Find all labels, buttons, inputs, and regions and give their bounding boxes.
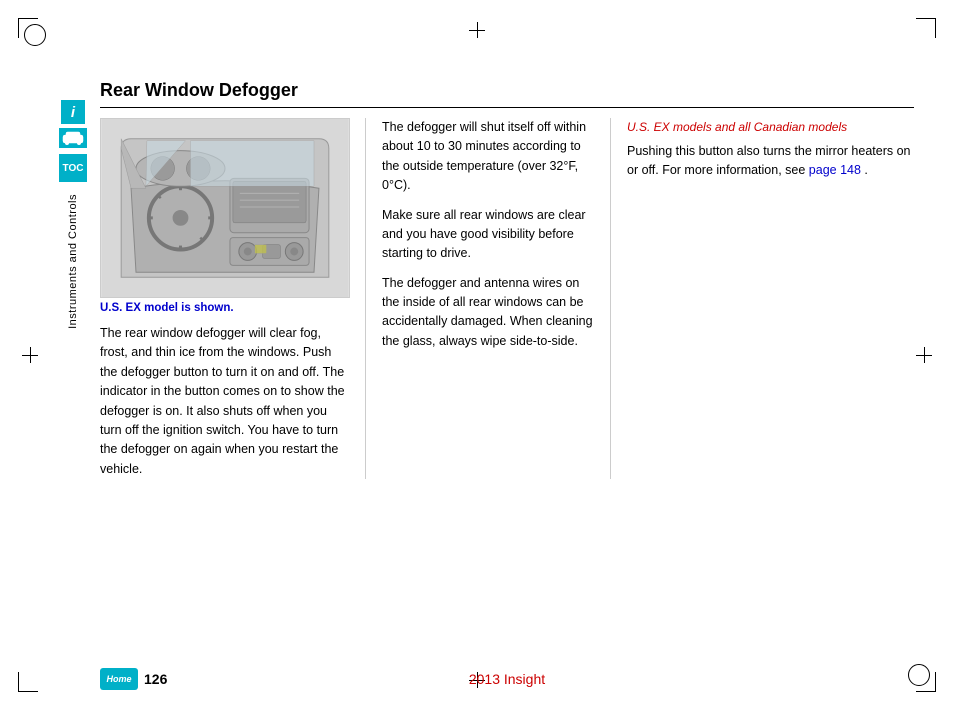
corner-mark-tr <box>916 18 936 38</box>
page-title: Rear Window Defogger <box>100 80 914 101</box>
right-text-after: . <box>861 163 868 177</box>
bottom-bar: Home 126 2013 Insight <box>100 668 914 690</box>
page-number: 126 <box>144 671 167 687</box>
footer-center-text: 2013 Insight <box>469 671 545 687</box>
car-dashboard-image <box>100 118 350 298</box>
mid-para-3: The defogger and antenna wires on the in… <box>382 274 594 352</box>
right-text-before: Pushing this button also turns the mirro… <box>627 144 910 177</box>
main-content: Rear Window Defogger <box>100 80 914 650</box>
image-caption: U.S. EX model is shown. <box>100 302 349 314</box>
sidebar-section-label: Instruments and Controls <box>67 194 79 329</box>
page-link[interactable]: page 148 <box>809 163 861 177</box>
toc-button[interactable]: TOC <box>59 154 87 182</box>
page-header: Rear Window Defogger <box>100 80 914 108</box>
crosshair-top <box>469 22 485 38</box>
mid-para-1: The defogger will shut itself off within… <box>382 118 594 196</box>
left-sidebar: i TOC Instruments and Controls <box>58 100 88 329</box>
left-column: U.S. EX model is shown. The rear window … <box>100 118 365 479</box>
middle-column: The defogger will shut itself off within… <box>365 118 610 479</box>
content-area: U.S. EX model is shown. The rear window … <box>100 118 914 479</box>
info-icon[interactable]: i <box>61 100 85 124</box>
crosshair-left <box>22 347 38 363</box>
right-column-text: Pushing this button also turns the mirro… <box>627 142 914 181</box>
mid-para-2: Make sure all rear windows are clear and… <box>382 206 594 264</box>
right-italic-heading: U.S. EX models and all Canadian models <box>627 118 914 136</box>
car-icon[interactable] <box>59 128 87 148</box>
circle-mark-tl <box>24 24 46 46</box>
crosshair-right <box>916 347 932 363</box>
right-column: U.S. EX models and all Canadian models P… <box>610 118 914 479</box>
left-column-text: The rear window defogger will clear fog,… <box>100 324 349 479</box>
home-button[interactable]: Home <box>100 668 138 690</box>
corner-mark-bl <box>18 672 38 692</box>
